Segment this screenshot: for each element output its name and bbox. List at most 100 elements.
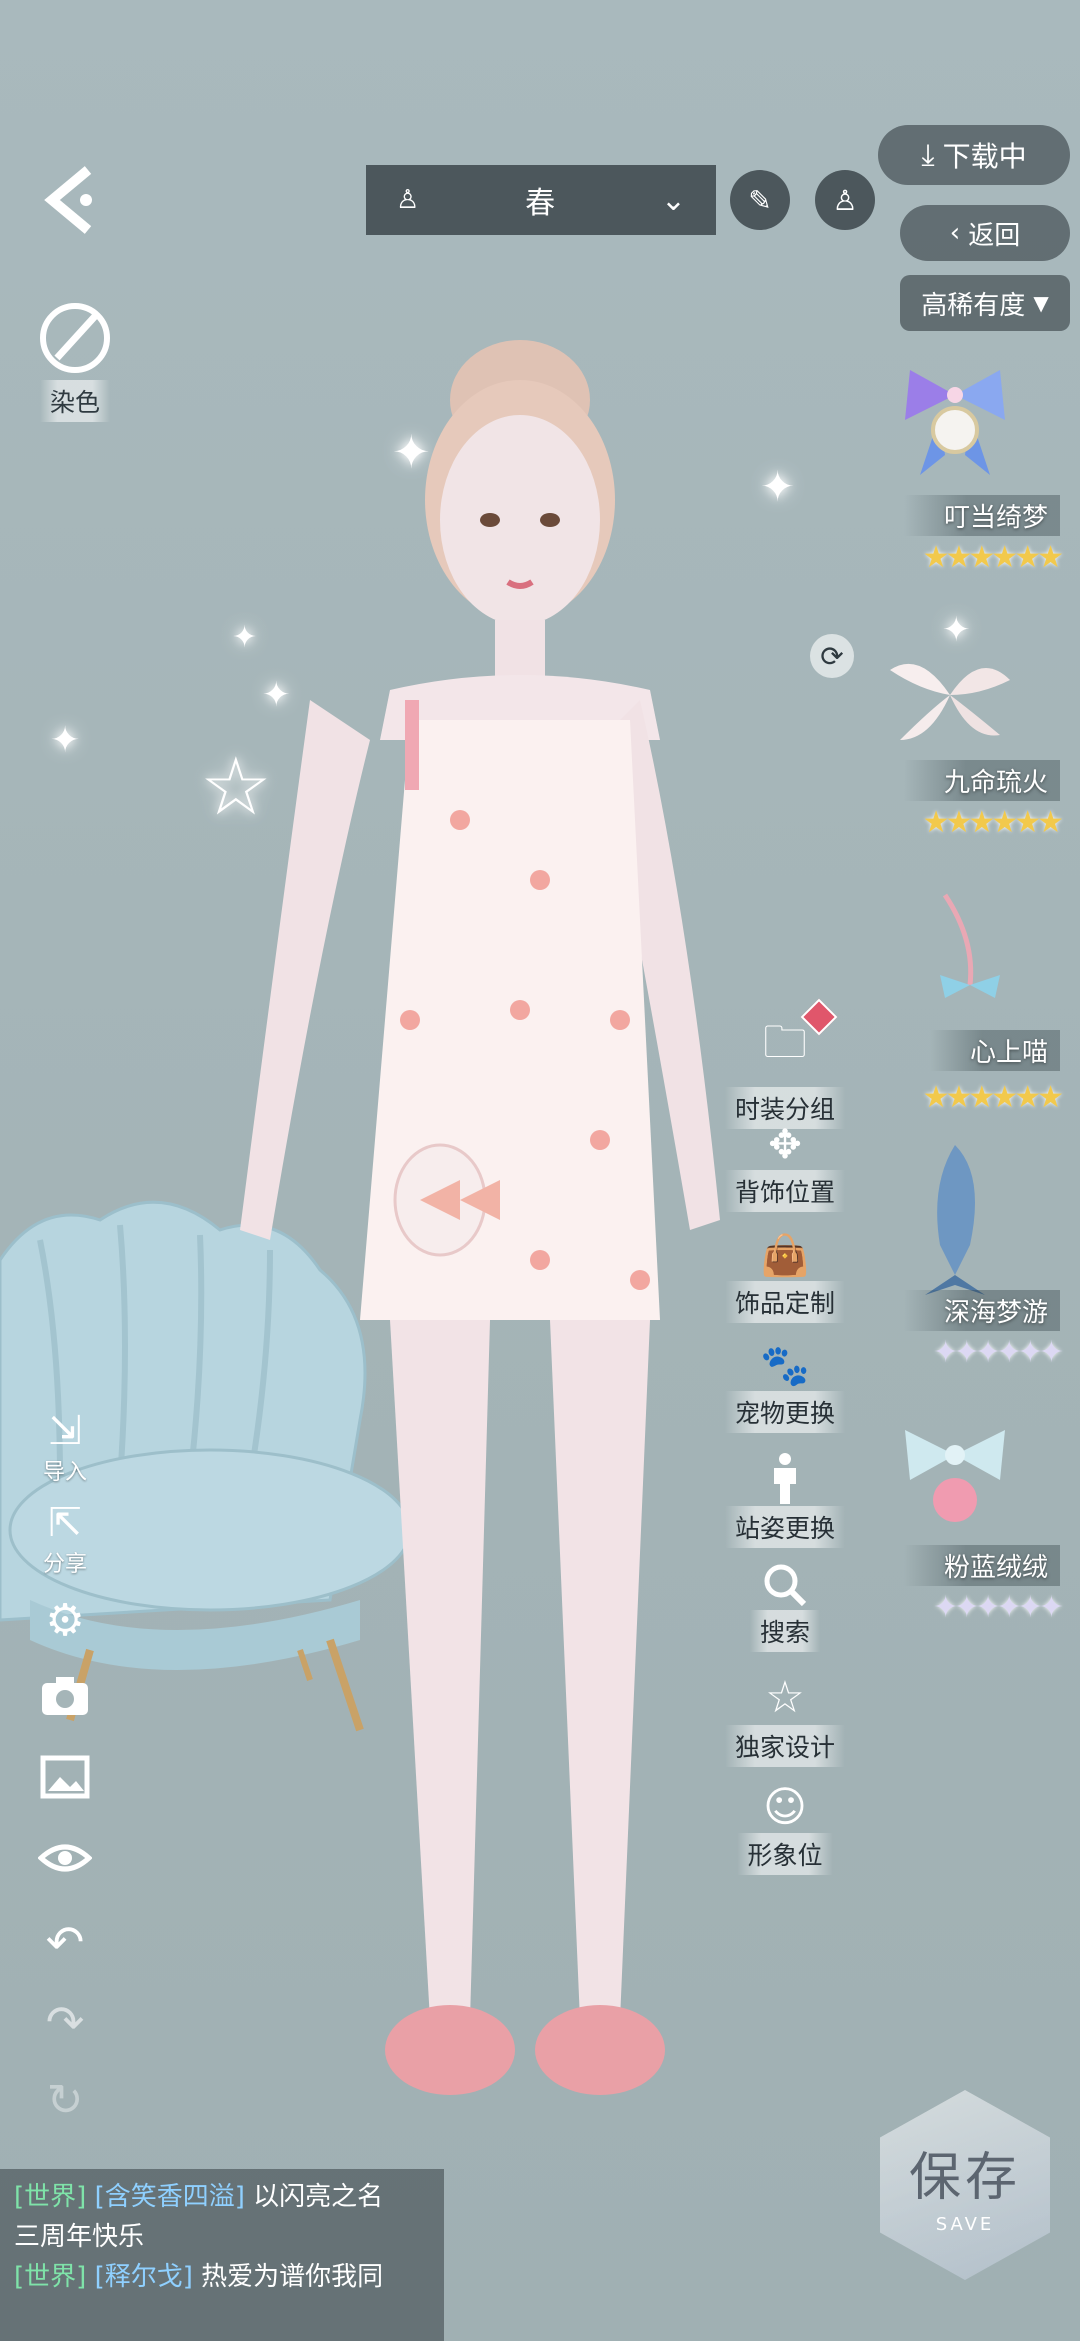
chat-message: 热爱为谱你我同 — [201, 2262, 384, 2292]
exclusive-design-button[interactable]: ☆ 独家设计 — [720, 1672, 850, 1767]
pet-change-label: 宠物更换 — [724, 1391, 845, 1433]
settings-button[interactable]: ⚙ — [30, 1595, 100, 1646]
accessory-name: 九命琉火 — [903, 760, 1060, 801]
download-label: 下载中 — [942, 140, 1027, 173]
accessory-item[interactable]: 深海梦游 ✦✦✦✦✦✦ — [860, 1135, 1064, 1395]
save-button[interactable]: 保存 SAVE — [880, 2090, 1050, 2280]
save-watermark: SAVE — [935, 2214, 995, 2235]
season-selector[interactable]: ♙ 春 ⌄ — [366, 165, 716, 235]
visibility-toggle-button[interactable] — [30, 1840, 100, 1876]
dress-icon: ♙ — [396, 185, 420, 215]
chat-channel: [世界] — [14, 2182, 87, 2212]
import-icon: ⇲ — [48, 1408, 82, 1454]
chat-message: 以闪亮之名 — [253, 2182, 384, 2212]
dress-icon: ♙ — [832, 183, 858, 217]
palette-brush-icon — [40, 303, 110, 373]
camera-button[interactable] — [30, 1675, 100, 1717]
accessory-item[interactable]: 粉蓝绒绒 ✦✦✦✦✦✦ — [860, 1420, 1064, 1680]
move-icon: ✥ — [768, 1122, 802, 1168]
chat-line: [世界] [释尔戈] 热爱为谱你我同 — [14, 2257, 430, 2297]
pen-icon: ✎ — [748, 183, 772, 217]
bow-pendant-icon — [905, 370, 1005, 475]
whale-tail-icon — [925, 1145, 985, 1295]
dye-tool[interactable]: 染色 — [20, 300, 130, 422]
chat-line: [世界] [含笑香四溢] 以闪亮之名 — [14, 2177, 430, 2217]
chat-user[interactable]: [释尔戈] — [95, 2262, 193, 2292]
exclusive-design-label: 独家设计 — [724, 1725, 845, 1767]
undo-button[interactable]: ↶ — [30, 1915, 100, 1969]
refresh-icon: ↻ — [46, 2075, 84, 2126]
back-accessory-position-label: 背饰位置 — [724, 1170, 845, 1212]
person-icon — [774, 1453, 796, 1504]
search-label: 搜索 — [749, 1610, 820, 1652]
star-rating: ✦✦✦✦✦✦ — [933, 1335, 1064, 1370]
redo-icon: ↷ — [45, 1995, 85, 2049]
back-chevron-button[interactable] — [30, 160, 110, 240]
share-icon: ⇱ — [48, 1500, 82, 1546]
world-chat-panel[interactable]: [世界] [含笑香四溢] 以闪亮之名 三周年快乐 [世界] [释尔戈] 热爱为谱… — [0, 2169, 444, 2341]
accessory-name: 深海梦游 — [903, 1290, 1060, 1331]
bow-pompom-icon — [905, 1430, 1005, 1522]
edit-outfit-button[interactable]: ✎ — [730, 170, 790, 230]
star-icon: ☆ — [765, 1672, 805, 1723]
accessory-custom-label: 饰品定制 — [724, 1281, 845, 1323]
pet-change-button[interactable]: 🐾 宠物更换 — [720, 1342, 850, 1433]
accessory-name: 心上喵 — [929, 1030, 1060, 1071]
paw-icon: 🐾 — [760, 1343, 810, 1389]
return-button[interactable]: ‹ 返回 — [900, 205, 1070, 261]
reset-button[interactable]: ↻ — [30, 2075, 100, 2126]
season-label: 春 — [525, 186, 556, 221]
camera-icon — [42, 1677, 88, 1715]
accessory-name: 粉蓝绒绒 — [903, 1545, 1060, 1586]
chat-user[interactable]: [含笑香四溢] — [95, 2182, 245, 2212]
rarity-sort-label: 高稀有度 — [921, 290, 1026, 321]
gallery-button[interactable] — [30, 1755, 100, 1799]
download-icon: ⤓ — [921, 137, 935, 173]
accessory-item[interactable]: 叮当绮梦 ★★★★★★ — [860, 355, 1064, 615]
sparkle-decoration: ✦ — [760, 462, 796, 511]
image-icon — [40, 1755, 90, 1799]
pose-change-button[interactable]: 站姿更换 — [720, 1452, 850, 1548]
fox-tail-icon — [890, 663, 1010, 740]
image-slot-button[interactable]: ☺ 形象位 — [720, 1782, 850, 1875]
gear-icon: ⚙ — [45, 1595, 85, 1646]
accessory-item[interactable]: 心上喵 ★★★★★★ — [860, 890, 1064, 1140]
chevron-left-icon: ‹ — [949, 218, 961, 248]
share-button[interactable]: ⇱ 分享 — [30, 1500, 100, 1578]
search-button[interactable]: 搜索 — [720, 1562, 850, 1652]
cat-collar-icon — [940, 893, 1000, 998]
accessory-item[interactable]: ⟳ 九命琉火 ★★★★★★ — [810, 630, 1064, 890]
chat-message: 三周年快乐 — [14, 2222, 145, 2252]
eye-icon — [38, 1844, 92, 1872]
chevron-left-icon — [44, 166, 92, 234]
outfit-list-button[interactable]: ♙ — [815, 170, 875, 230]
chat-line: 三周年快乐 — [14, 2217, 430, 2257]
star-rating: ★★★★★★ — [922, 1080, 1064, 1115]
save-label: 保存 — [908, 2148, 1021, 2208]
star-rating: ★★★★★★ — [922, 805, 1064, 840]
outfit-group-button[interactable]: 🗀 时装分组 — [720, 998, 850, 1129]
share-label: 分享 — [42, 1552, 87, 1577]
star-rating: ✦✦✦✦✦✦ — [933, 1590, 1064, 1625]
bag-icon: 👜 — [760, 1233, 810, 1279]
accessory-custom-button[interactable]: 👜 饰品定制 — [720, 1232, 850, 1323]
accessory-name: 叮当绮梦 — [903, 495, 1060, 536]
chat-channel: [世界] — [14, 2262, 87, 2292]
face-icon: ☺ — [763, 1782, 807, 1831]
character-model — [240, 340, 720, 2095]
folder-icon: 🗀 — [763, 1017, 807, 1068]
import-button[interactable]: ⇲ 导入 — [30, 1408, 100, 1486]
pose-change-label: 站姿更换 — [724, 1506, 845, 1548]
image-slot-label: 形象位 — [737, 1833, 833, 1875]
download-button[interactable]: ⤓ 下载中 — [878, 125, 1070, 185]
back-accessory-position-button[interactable]: ✥ 背饰位置 — [720, 1122, 850, 1212]
redo-button[interactable]: ↷ — [30, 1995, 100, 2049]
search-icon — [764, 1564, 807, 1607]
undo-icon: ↶ — [45, 1915, 85, 1969]
caret-down-icon: ▼ — [1033, 291, 1049, 315]
rarity-sort-dropdown[interactable]: 高稀有度 ▼ — [900, 275, 1070, 331]
switch-icon: ⟳ — [810, 634, 854, 678]
sparkle-decoration: ✦ — [50, 720, 81, 761]
import-label: 导入 — [42, 1460, 87, 1485]
dye-label: 染色 — [39, 380, 110, 422]
